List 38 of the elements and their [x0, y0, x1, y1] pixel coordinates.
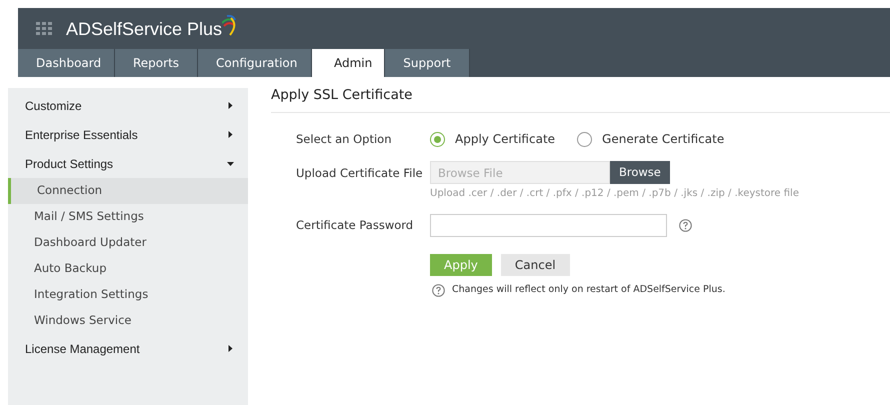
file-type-hint: Upload .cer / .der / .crt / .pfx / .p12 / .pem / .p7b / .jks / .zip / .keystore file	[430, 187, 799, 202]
field-label: Upload Certificate File	[296, 165, 424, 182]
help-icon	[432, 284, 445, 297]
sidebar-item[interactable]: Auto Backup	[8, 256, 248, 282]
help-icon	[679, 219, 692, 232]
radio-button[interactable]	[577, 132, 592, 147]
page-title: Apply SSL Certificate	[271, 85, 890, 114]
caret-right-icon	[227, 102, 234, 109]
sidebar-item[interactable]: Windows Service	[8, 308, 248, 334]
sidebar-section[interactable]: Customize	[8, 91, 248, 120]
sidebar-section[interactable]: License Management	[8, 334, 248, 363]
app-grid-icon[interactable]	[36, 22, 52, 36]
cancel-button[interactable]: Cancel	[500, 254, 570, 276]
nav-tab[interactable]: Configuration	[198, 49, 312, 77]
sidebar-item[interactable]: Dashboard Updater	[8, 230, 248, 256]
browse-button[interactable]: Browse	[610, 161, 670, 184]
sidebar-section[interactable]: Product Settings	[8, 149, 248, 178]
field-label: Certificate Password	[296, 217, 414, 234]
caret-right-icon	[227, 131, 234, 138]
caret-right-icon	[227, 345, 234, 352]
sidebar-item[interactable]: Connection	[8, 178, 248, 204]
restart-note: Changes will reflect only on restart of ADSelfService Plus.	[452, 283, 726, 298]
radio-button[interactable]	[430, 132, 445, 147]
radio-label: Generate Certificate	[602, 131, 724, 148]
sidebar-item[interactable]: Integration Settings	[8, 282, 248, 308]
password-field[interactable]	[430, 214, 667, 238]
file-path-field[interactable]: Browse File	[430, 161, 610, 184]
sidebar-section[interactable]: Enterprise Essentials	[8, 120, 248, 149]
logo-icon	[222, 14, 238, 38]
app-title: ADSelfService Plus	[66, 18, 222, 40]
nav-tab[interactable]: Dashboard	[18, 49, 115, 77]
radio-label: Apply Certificate	[455, 131, 556, 148]
sidebar-item[interactable]: Mail / SMS Settings	[8, 204, 248, 230]
field-label: Select an Option	[296, 130, 393, 148]
nav-tab[interactable]: Reports	[115, 49, 198, 77]
nav-tab[interactable]: Admin	[312, 49, 385, 77]
caret-down-icon	[227, 160, 234, 167]
nav-tab[interactable]: Support	[385, 49, 470, 77]
